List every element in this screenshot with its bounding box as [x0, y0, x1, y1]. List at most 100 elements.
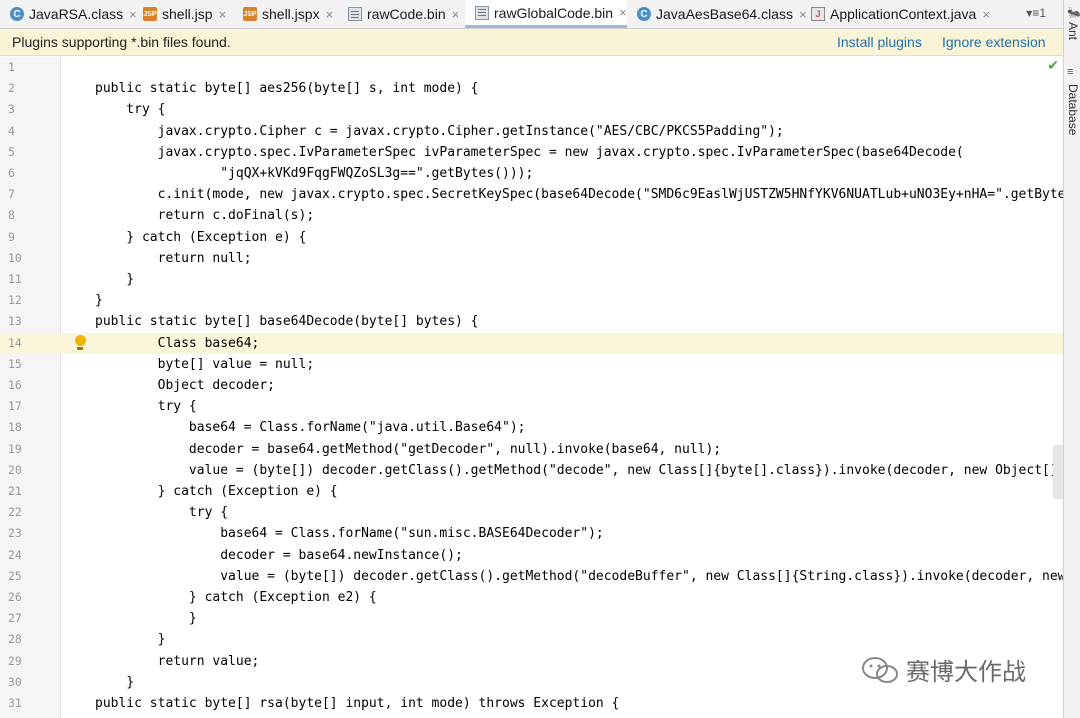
- database-icon: ≡: [1067, 66, 1074, 78]
- class-file-icon: C: [637, 7, 651, 21]
- code-text: public static byte[] base64Decode(byte[]…: [95, 314, 479, 330]
- code-line[interactable]: 29 return value;: [0, 651, 1063, 672]
- code-text: decoder = base64.newInstance();: [95, 547, 463, 563]
- ant-tool-button[interactable]: Ant: [1066, 22, 1080, 40]
- code-text: } catch (Exception e) {: [95, 484, 338, 499]
- code-text: "jqQX+kVKd9FqgFWQZoSL3g==".getBytes()));: [95, 166, 534, 181]
- code-text: base64 = Class.forName("java.util.Base64…: [95, 420, 526, 436]
- binary-file-icon: [348, 7, 362, 21]
- code-line[interactable]: 10 return null;: [0, 248, 1063, 269]
- line-number: 2: [8, 81, 15, 96]
- code-text: decoder = base64.getMethod("getDecoder",…: [95, 441, 722, 457]
- code-line[interactable]: 21 } catch (Exception e) {: [0, 481, 1063, 502]
- tab-javaaesbase64-class[interactable]: C JavaAesBase64.class ×: [627, 0, 807, 28]
- intention-lightbulb-icon[interactable]: [74, 334, 86, 351]
- code-line[interactable]: 16 Object decoder;: [0, 375, 1063, 396]
- class-file-icon: C: [10, 7, 24, 21]
- close-tab-icon[interactable]: ×: [982, 7, 990, 22]
- line-number: 4: [8, 123, 15, 138]
- editor-tab-bar: C JavaRSA.class × JSP shell.jsp × JSP shell.jsp…: [0, 0, 1064, 29]
- code-text: value = (byte[]) decoder.getClass().getM…: [95, 462, 1063, 478]
- code-text: try {: [95, 505, 229, 521]
- jsp-file-icon: JSP: [143, 7, 157, 21]
- tab-shell-jsp[interactable]: JSP shell.jsp ×: [133, 0, 233, 28]
- code-line[interactable]: 31 public static byte[] rsa(byte[] input,…: [0, 693, 1063, 714]
- line-number: 31: [8, 696, 22, 710]
- code-line[interactable]: 22 try {: [0, 502, 1063, 523]
- code-line[interactable]: 15 byte[] value = null;: [0, 354, 1063, 375]
- line-number: 10: [8, 250, 22, 265]
- code-editor[interactable]: ✔ 1 2 public static byte[] aes256(byte[] s…: [0, 57, 1063, 718]
- ignore-extension-link[interactable]: Ignore extension: [942, 34, 1046, 50]
- close-tab-icon[interactable]: ×: [619, 5, 627, 20]
- code-text: } catch (Exception e) {: [95, 229, 307, 245]
- code-line[interactable]: 27 }: [0, 608, 1063, 629]
- close-tab-icon[interactable]: ×: [219, 7, 227, 22]
- code-line[interactable]: 6 "jqQX+kVKd9FqgFWQZoSL3g==".getBytes())…: [0, 163, 1063, 184]
- binary-file-icon: [475, 5, 489, 20]
- code-line[interactable]: 17 try {: [0, 396, 1063, 417]
- right-tool-strip: 🐜 Ant ≡ Database: [1063, 0, 1080, 718]
- code-line[interactable]: 19 decoder = base64.getMethod("getDecode…: [0, 439, 1063, 460]
- tab-javarsa-class[interactable]: C JavaRSA.class ×: [0, 0, 137, 28]
- code-line[interactable]: 5 javax.crypto.spec.IvParameterSpec ivPa…: [0, 142, 1063, 163]
- code-line[interactable]: 13 public static byte[] base64Decode(byte…: [0, 311, 1063, 332]
- tab-label: rawCode.bin: [367, 6, 446, 22]
- inspection-ok-icon[interactable]: ✔: [1047, 57, 1059, 74]
- code-line[interactable]: 12}: [0, 290, 1063, 311]
- line-number: 14: [8, 335, 22, 350]
- line-number: 5: [8, 144, 15, 159]
- line-number: 8: [8, 208, 15, 223]
- line-number: 1: [8, 60, 15, 74]
- code-line[interactable]: 26 } catch (Exception e2) {: [0, 587, 1063, 608]
- line-number: 17: [8, 399, 22, 414]
- line-number: 21: [8, 484, 22, 498]
- code-text: c.init(mode, new javax.crypto.spec.Secre…: [95, 187, 1063, 203]
- code-line[interactable]: 18 base64 = Class.forName("java.util.Bas…: [0, 417, 1063, 438]
- code-text: return value;: [95, 653, 260, 669]
- tab-overflow-menu-icon[interactable]: ▾≡1: [1026, 6, 1046, 20]
- line-number: 20: [8, 462, 22, 477]
- install-plugins-link[interactable]: Install plugins: [837, 34, 922, 50]
- code-text: }: [95, 611, 197, 627]
- tab-label: JavaAesBase64.class: [656, 6, 793, 22]
- code-line[interactable]: 25 value = (byte[]) decoder.getClass().g…: [0, 566, 1063, 587]
- code-line[interactable]: 7 c.init(mode, new javax.crypto.spec.Sec…: [0, 184, 1063, 205]
- database-tool-button[interactable]: Database: [1066, 84, 1080, 135]
- tab-shell-jspx[interactable]: JSP shell.jspx ×: [233, 0, 338, 28]
- close-tab-icon[interactable]: ×: [452, 7, 460, 22]
- tab-rawglobalcode-bin[interactable]: rawGlobalCode.bin ×: [465, 0, 627, 28]
- tab-rawcode-bin[interactable]: rawCode.bin ×: [338, 0, 465, 28]
- line-number: 29: [8, 653, 22, 668]
- code-line[interactable]: 3 try {: [0, 99, 1063, 120]
- line-number: 9: [8, 229, 15, 244]
- line-number: 24: [8, 547, 22, 562]
- tab-applicationcontext-java[interactable]: J ApplicationContext.java ×: [801, 0, 996, 28]
- code-text: return c.doFinal(s);: [95, 208, 315, 224]
- code-text: }: [95, 674, 135, 690]
- code-line[interactable]: 14 Class base64;: [0, 332, 1063, 354]
- code-line[interactable]: 1: [0, 57, 1063, 78]
- code-line[interactable]: 24 decoder = base64.newInstance();: [0, 545, 1063, 566]
- code-line[interactable]: 8 return c.doFinal(s);: [0, 205, 1063, 226]
- tab-label: rawGlobalCode.bin: [494, 4, 614, 21]
- code-line[interactable]: 11 }: [0, 269, 1063, 290]
- code-line[interactable]: 20 value = (byte[]) decoder.getClass().g…: [0, 460, 1063, 481]
- line-number: 16: [8, 378, 22, 392]
- code-line[interactable]: 4 javax.crypto.Cipher c = javax.crypto.C…: [0, 121, 1063, 142]
- code-line[interactable]: 2 public static byte[] aes256(byte[] s, i…: [0, 78, 1063, 99]
- code-line[interactable]: 9 } catch (Exception e) {: [0, 227, 1063, 248]
- code-line[interactable]: 28 }: [0, 629, 1063, 650]
- code-text: public static byte[] rsa(byte[] input, i…: [95, 696, 620, 711]
- line-number: 25: [8, 568, 22, 583]
- tab-label: shell.jspx: [262, 6, 320, 22]
- code-text: }: [95, 272, 135, 287]
- close-tab-icon[interactable]: ×: [326, 7, 334, 22]
- code-line[interactable]: 30 }: [0, 672, 1063, 693]
- vertical-scrollbar-thumb[interactable]: [1053, 445, 1063, 499]
- code-text: Object decoder;: [95, 378, 276, 393]
- jsp-file-icon: JSP: [243, 7, 257, 21]
- tab-label: ApplicationContext.java: [830, 6, 977, 22]
- code-line[interactable]: 23 base64 = Class.forName("sun.misc.BASE…: [0, 523, 1063, 544]
- line-number: 12: [8, 293, 22, 308]
